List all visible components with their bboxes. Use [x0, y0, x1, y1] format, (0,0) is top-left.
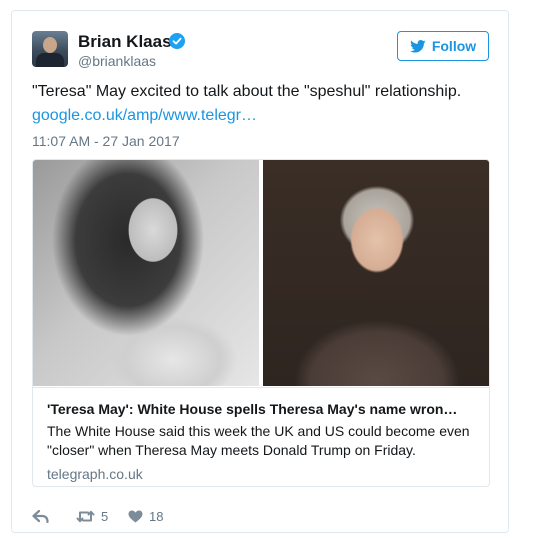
card-image-left — [33, 160, 259, 386]
card-title: 'Teresa May': White House spells Theresa… — [47, 401, 458, 417]
heart-icon — [128, 510, 143, 522]
tweet-actions: 5 18 — [32, 507, 163, 525]
user-name[interactable]: Brian Klaas — [78, 32, 172, 52]
card-image-right — [263, 160, 489, 386]
avatar[interactable] — [32, 31, 68, 67]
follow-label: Follow — [431, 38, 477, 54]
card-description: The White House said this week the UK an… — [47, 423, 470, 458]
tweet-card: Brian Klaas @brianklaas Follow "Teresa" … — [11, 10, 509, 533]
tweet-timestamp[interactable]: 11:07 AM - 27 Jan 2017 — [32, 133, 180, 149]
card-body: 'Teresa May': White House spells Theresa… — [33, 387, 489, 482]
retweet-icon — [76, 510, 95, 522]
like-count: 18 — [149, 508, 164, 524]
card-domain: telegraph.co.uk — [47, 466, 143, 482]
tweet-link[interactable]: google.co.uk/amp/www.telegr… — [32, 107, 257, 125]
twitter-bird-icon — [410, 39, 426, 53]
avatar-body — [36, 53, 64, 67]
avatar-head — [43, 37, 57, 53]
user-handle[interactable]: @brianklaas — [78, 53, 156, 69]
verified-badge-icon — [169, 33, 185, 49]
retweet-button[interactable]: 5 — [76, 509, 128, 524]
reply-icon — [32, 509, 49, 523]
link-preview-card[interactable]: 'Teresa May': White House spells Theresa… — [32, 159, 490, 487]
follow-button[interactable]: Follow — [397, 31, 489, 61]
like-button[interactable]: 18 — [128, 509, 163, 524]
reply-button[interactable] — [32, 509, 76, 523]
retweet-count: 5 — [101, 508, 109, 524]
tweet-text: "Teresa" May excited to talk about the "… — [32, 83, 462, 100]
